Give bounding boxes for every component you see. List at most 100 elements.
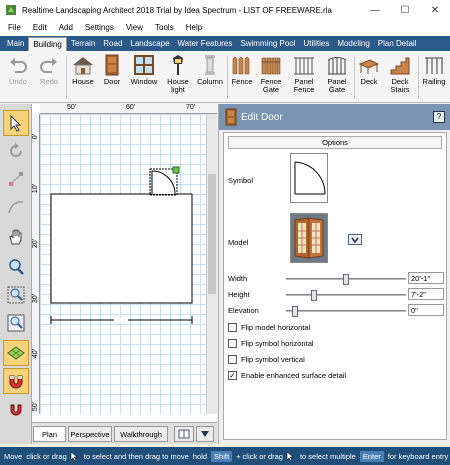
- tab-water-features[interactable]: Water Features: [174, 37, 237, 51]
- vertical-scrollbar[interactable]: [206, 114, 217, 414]
- door-handle-grip: [172, 166, 180, 174]
- menu-edit[interactable]: Edit: [27, 20, 53, 36]
- elevation-label: Elevation: [228, 306, 259, 315]
- enter-key-badge: Enter: [359, 450, 384, 462]
- door-symbol-icon: [294, 161, 326, 195]
- checkbox-box[interactable]: [228, 339, 237, 348]
- elevation-field[interactable]: 0": [408, 304, 444, 316]
- width-field[interactable]: 20'-1": [408, 272, 444, 284]
- snap-settings-button[interactable]: [3, 396, 29, 422]
- railing-icon: [425, 57, 443, 74]
- minimize-button[interactable]: —: [360, 0, 390, 20]
- curve-icon: [8, 201, 24, 214]
- height-slider[interactable]: [286, 290, 406, 301]
- panel-gate-button[interactable]: Panel Gate: [323, 54, 351, 94]
- tab-utilities[interactable]: Utilities: [300, 37, 334, 51]
- edit-points-tool-button[interactable]: [3, 166, 29, 192]
- model-dropdown-button[interactable]: [348, 234, 362, 245]
- tab-main[interactable]: Main: [3, 37, 28, 51]
- elevation-slider-knob[interactable]: [292, 306, 298, 317]
- elevation-slider[interactable]: [286, 306, 406, 317]
- deck-stairs-button[interactable]: Deck Stairs: [386, 54, 414, 94]
- curve-tool-button[interactable]: [3, 194, 29, 220]
- arrow-cursor-icon: [10, 114, 22, 132]
- scroll-thumb[interactable]: [208, 174, 216, 294]
- tab-swimming-pool[interactable]: Swimming Pool: [236, 37, 299, 51]
- redo-button[interactable]: Redo: [36, 54, 62, 86]
- menu-add[interactable]: Add: [53, 20, 79, 36]
- flip-symbol-horizontal-checkbox[interactable]: Flip symbol horizontal: [228, 339, 314, 348]
- menu-file[interactable]: File: [2, 20, 27, 36]
- layout-icon: [178, 429, 190, 439]
- zoom-window-icon: [7, 286, 25, 304]
- panel-header: Edit Door ?: [219, 104, 450, 130]
- close-button[interactable]: ✕: [420, 0, 450, 20]
- tab-modeling[interactable]: Modeling: [333, 37, 373, 51]
- object-snap-toggle[interactable]: [3, 368, 29, 394]
- tab-perspective[interactable]: Perspective: [68, 426, 112, 442]
- grid-snap-toggle[interactable]: [3, 340, 29, 366]
- checkbox-box[interactable]: [228, 323, 237, 332]
- undo-button[interactable]: Undo: [5, 54, 31, 86]
- pan-tool-button[interactable]: [3, 224, 29, 250]
- select-tool-button[interactable]: [3, 110, 29, 136]
- column-button[interactable]: Column: [196, 54, 224, 86]
- symbol-preview[interactable]: [290, 153, 328, 203]
- flip-model-horizontal-checkbox[interactable]: Flip model horizontal: [228, 323, 310, 332]
- properties-panel: Edit Door ? Options Symbol Model Width 2…: [218, 104, 450, 444]
- zoom-tool-button[interactable]: [3, 254, 29, 280]
- menu-settings[interactable]: Settings: [79, 20, 120, 36]
- menu-tools[interactable]: Tools: [149, 20, 180, 36]
- rotate-tool-button[interactable]: [3, 138, 29, 164]
- tab-options[interactable]: Options: [228, 136, 442, 149]
- panel-gate-icon: [327, 57, 347, 75]
- plan-grid[interactable]: [40, 114, 206, 414]
- ruler-top: 50' 60' 70': [40, 104, 217, 114]
- fence-button[interactable]: Fence: [230, 54, 254, 86]
- model-preview[interactable]: [290, 213, 328, 263]
- panel-fence-button[interactable]: Panel Fence: [289, 54, 319, 94]
- tab-building[interactable]: Building: [28, 37, 67, 51]
- status-text: hold: [192, 451, 208, 461]
- width-slider-knob[interactable]: [343, 274, 349, 285]
- height-field[interactable]: 7'-2": [408, 288, 444, 300]
- checkbox-box[interactable]: ✓: [228, 371, 237, 380]
- ruler-label: 30': [32, 294, 39, 304]
- tab-plan-detail[interactable]: Plan Detail: [374, 37, 421, 51]
- status-text: to select and then drag to move: [83, 451, 189, 461]
- house-light-button[interactable]: House light: [163, 54, 193, 94]
- tab-plan[interactable]: Plan: [33, 426, 66, 442]
- tab-landscape[interactable]: Landscape: [126, 37, 173, 51]
- fence-gate-button[interactable]: Fence Gate: [258, 54, 284, 94]
- ribbon-separator: [418, 56, 419, 98]
- tab-walkthrough[interactable]: Walkthrough: [114, 426, 168, 442]
- panel-title: Edit Door: [241, 111, 283, 123]
- door-button[interactable]: Door: [101, 54, 123, 86]
- window-button[interactable]: Window: [128, 54, 160, 86]
- zoom-extents-icon: [7, 314, 25, 332]
- hand-icon: [9, 229, 22, 245]
- layout-button[interactable]: [174, 426, 194, 442]
- double-door-icon: [291, 214, 327, 262]
- view-menu-button[interactable]: [196, 426, 214, 442]
- enhanced-surface-detail-checkbox[interactable]: ✓ Enable enhanced surface detail: [228, 371, 346, 380]
- menu-help[interactable]: Help: [180, 20, 208, 36]
- zoom-window-tool-button[interactable]: [3, 282, 29, 308]
- zoom-extents-tool-button[interactable]: [3, 310, 29, 336]
- flip-symbol-vertical-checkbox[interactable]: Flip symbol vertical: [228, 355, 305, 364]
- help-button[interactable]: ?: [433, 111, 445, 123]
- checkbox-box[interactable]: [228, 355, 237, 364]
- status-text: to select multiple: [299, 451, 356, 461]
- railing-button[interactable]: Railing: [421, 54, 447, 86]
- maximize-button[interactable]: ☐: [390, 0, 420, 20]
- tab-road[interactable]: Road: [99, 37, 126, 51]
- plan-view[interactable]: 50' 60' 70' 0' 10' 20' 30' 40' 50' Plan …: [32, 104, 217, 444]
- arrow-cursor-icon: [286, 450, 294, 461]
- tab-terrain[interactable]: Terrain: [67, 37, 99, 51]
- menu-view[interactable]: View: [120, 20, 149, 36]
- tool-strip: [0, 104, 32, 444]
- deck-button[interactable]: Deck: [357, 54, 381, 86]
- width-slider[interactable]: [286, 274, 406, 285]
- house-button[interactable]: House: [70, 54, 96, 86]
- height-slider-knob[interactable]: [311, 290, 317, 301]
